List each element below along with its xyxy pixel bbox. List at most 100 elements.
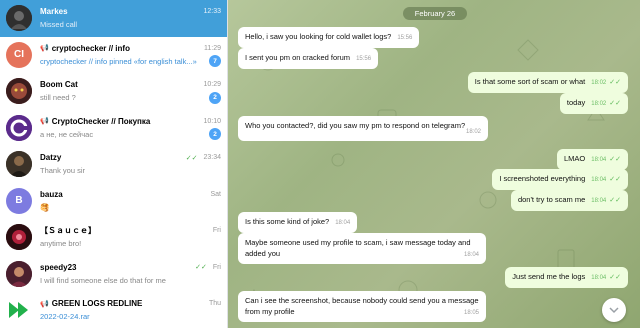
chat-time: Thu — [208, 300, 221, 308]
chat-name: GREEN LOGS REDLINE — [51, 299, 143, 309]
avatar — [6, 78, 32, 105]
message-time: 18:04 — [591, 157, 607, 163]
message-bubble[interactable]: Just send me the logs 18:04 ✓✓ — [505, 267, 628, 288]
scroll-down-button[interactable] — [602, 298, 626, 322]
chat-time: 10:29 — [203, 81, 221, 89]
chat-list: Markes 12:33 Missed call CI 📢 cryptochecke… — [0, 0, 228, 328]
chat-name: cryptochecker // info — [51, 43, 130, 53]
chat-name: Boom Cat — [40, 80, 78, 90]
double-check-icon: ✓✓ — [609, 176, 621, 183]
message-time: 18:04 — [591, 275, 607, 281]
message-bubble[interactable]: don't try to scam me 18:04 ✓✓ — [510, 190, 628, 211]
chat-name: bauza — [40, 189, 63, 199]
double-check-icon: ✓✓ — [609, 79, 621, 86]
message-bubble[interactable]: Maybe someone used my profile to scam, i… — [238, 233, 486, 264]
double-check-icon: ✓✓ — [195, 264, 207, 272]
chat-time: Fri — [212, 227, 221, 235]
message-text: Maybe someone used my profile to scam, i… — [245, 238, 471, 258]
chat-preview: anytime bro! — [40, 239, 82, 249]
message-text: Who you contacted?, did you saw my pm to… — [245, 121, 466, 130]
message-time: 15:56 — [397, 35, 413, 41]
message-text: Can i see the screenshot, because nobody… — [245, 296, 479, 316]
message-text: I sent you pm on cracked forum — [245, 53, 351, 62]
chat-time: 23:34 — [203, 154, 221, 162]
avatar — [6, 297, 32, 324]
message-text: don't try to scam me — [517, 195, 586, 204]
chat-preview: 🥞 — [40, 202, 50, 212]
chat-preview: cryptochecker // info pinned «for englis… — [40, 56, 197, 66]
chat-item-cryptochecker-info[interactable]: CI 📢 cryptochecker // info 11:29 cryptoche… — [0, 37, 227, 74]
double-check-icon: ✓✓ — [609, 197, 621, 204]
double-check-icon: ✓✓ — [609, 274, 621, 281]
message-time: 18:04 — [591, 177, 607, 183]
chat-item-speedy23[interactable]: speedy23 ✓✓ Fri I will find someone else d… — [0, 256, 227, 293]
unread-badge: 7 — [209, 55, 221, 68]
message-time: 18:02 — [591, 80, 607, 86]
chat-item-sauce[interactable]: 【Ｓａｕｃｅ】 Fri anytime bro! — [0, 219, 227, 256]
message-time: 18:02 — [465, 129, 481, 135]
chat-item-bauza[interactable]: B bauza Sat 🥞 — [0, 183, 227, 220]
message-text: Is that some sort of scam or what — [474, 77, 586, 86]
chat-item-markes[interactable]: Markes 12:33 Missed call — [0, 0, 227, 37]
avatar: CI — [6, 41, 32, 68]
double-check-icon: ✓✓ — [609, 100, 621, 107]
message-text: Is this some kind of joke? — [245, 217, 330, 226]
avatar — [6, 114, 32, 141]
chat-preview: still need ? — [40, 93, 76, 103]
message-time: 18:04 — [591, 198, 607, 204]
avatar — [6, 5, 32, 32]
message-bubble[interactable]: Hello, i saw you looking for cold wallet… — [238, 27, 420, 48]
message-bubble[interactable]: I sent you pm on cracked forum 15:56 — [238, 48, 379, 69]
chat-preview: 2022-02-24.rar — [40, 312, 90, 322]
message-time: 18:05 — [463, 310, 479, 316]
chat-time: Fri — [212, 263, 221, 271]
chat-item-green-logs-redline[interactable]: 📢 GREEN LOGS REDLINE Thu 2022-02-24.rar — [0, 292, 227, 328]
message-bubble[interactable]: today 18:02 ✓✓ — [559, 93, 628, 114]
chat-name: Datzy — [40, 153, 62, 163]
conversation-area: February 26 Hello, i saw you looking for… — [228, 0, 640, 328]
chat-name: CryptoChecker // Покупка — [51, 116, 151, 126]
chat-name: 【Ｓａｕｃｅ】 — [40, 226, 96, 236]
avatar — [6, 224, 32, 251]
megaphone-icon: 📢 — [40, 45, 49, 53]
chat-name: Markes — [40, 7, 68, 17]
message-text: today — [566, 98, 586, 107]
message-text: Just send me the logs — [512, 272, 586, 281]
message-time: 18:04 — [335, 220, 351, 226]
chat-preview: I will find someone else do that for me — [40, 275, 166, 285]
chat-item-boom-cat[interactable]: Boom Cat 10:29 still need ? 2 — [0, 73, 227, 110]
chat-name: speedy23 — [40, 262, 77, 272]
chat-time: 10:10 — [203, 117, 221, 125]
chat-preview: Missed call — [40, 20, 78, 30]
message-text: Hello, i saw you looking for cold wallet… — [245, 32, 392, 41]
avatar: B — [6, 187, 32, 214]
double-check-icon: ✓✓ — [185, 154, 198, 162]
chevron-down-icon — [609, 307, 619, 314]
avatar — [6, 151, 32, 178]
chat-item-datzy[interactable]: Datzy ✓✓ 23:34 Thank you sir — [0, 146, 227, 183]
double-check-icon: ✓✓ — [609, 156, 621, 163]
megaphone-icon: 📢 — [40, 300, 49, 308]
message-bubble[interactable]: Is this some kind of joke? 18:04 — [238, 212, 358, 233]
message-bubble[interactable]: Can i see the screenshot, because nobody… — [238, 291, 486, 322]
avatar — [6, 260, 32, 287]
date-separator: February 26 — [403, 7, 467, 20]
chat-time: 12:33 — [203, 8, 221, 16]
message-time: 18:02 — [591, 101, 607, 107]
message-bubble[interactable]: LMAO 18:04 ✓✓ — [556, 149, 628, 170]
unread-badge: 2 — [209, 91, 221, 104]
message-time: 15:56 — [356, 56, 372, 62]
message-bubble[interactable]: Is that some sort of scam or what 18:02 ✓✓ — [467, 72, 628, 93]
chat-time: Sat — [210, 190, 221, 198]
chat-preview: а не, не сейчас — [40, 129, 94, 139]
chat-item-cryptochecker-purchase[interactable]: 📢 CryptoChecker // Покупка 10:10 а не, не … — [0, 110, 227, 147]
chat-preview: Thank you sir — [40, 166, 86, 176]
megaphone-icon: 📢 — [40, 118, 49, 126]
message-time: 18:04 — [463, 252, 479, 258]
unread-badge: 2 — [209, 128, 221, 141]
message-text: LMAO — [563, 154, 586, 163]
message-text: I screenshoted everything — [499, 174, 586, 183]
message-bubble[interactable]: I screenshoted everything 18:04 ✓✓ — [492, 169, 628, 190]
chat-time: 11:29 — [204, 44, 221, 52]
message-bubble[interactable]: Who you contacted?, did you saw my pm to… — [238, 116, 488, 141]
